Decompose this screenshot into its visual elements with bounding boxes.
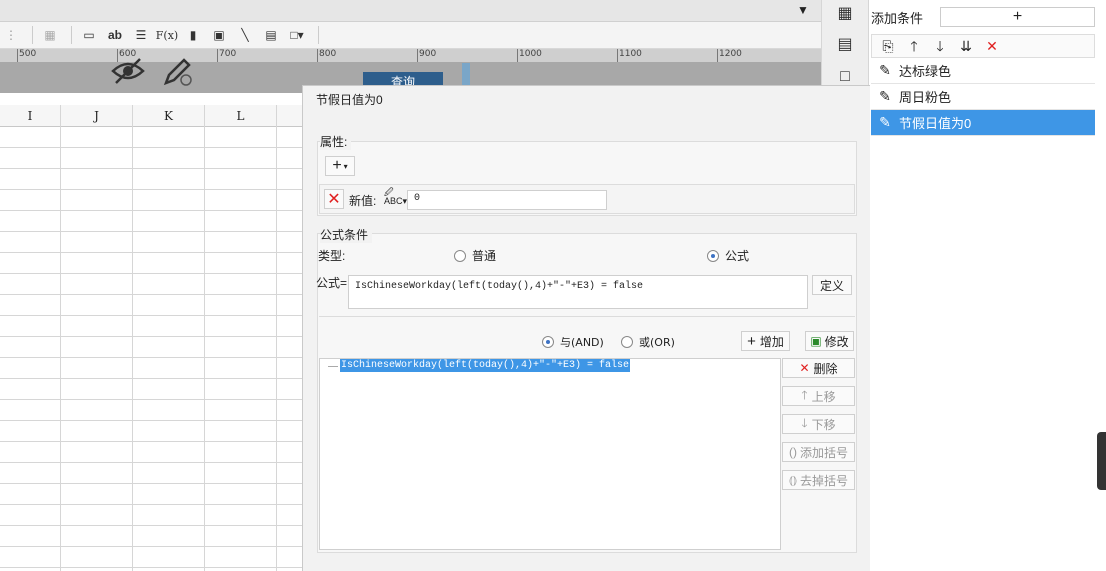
column-header[interactable]: L	[204, 105, 276, 127]
logic-and-radio[interactable]: 与(AND)	[542, 334, 604, 350]
formula-label: 公式=	[316, 276, 348, 290]
text-icon[interactable]: ab	[104, 24, 126, 46]
pencil-icon: ✎	[879, 114, 891, 130]
condition-list[interactable]	[319, 358, 781, 550]
define-button[interactable]: 定义	[812, 275, 852, 295]
radio-dot	[542, 336, 554, 348]
remove-property-button[interactable]: ✕	[324, 189, 344, 209]
ruler-tick: 900	[416, 49, 437, 62]
border-icon[interactable]: □▾	[286, 24, 308, 46]
modify-icon: ▣	[810, 334, 822, 348]
add-bracket-button[interactable]: () 添加括号	[782, 442, 855, 462]
scroll-handle[interactable]	[1097, 432, 1106, 490]
slash-icon[interactable]: ╲	[234, 24, 256, 46]
condition-label: 达标绿色	[899, 64, 952, 79]
textbox-icon[interactable]: ▭	[78, 24, 100, 46]
ruler-tick: 800	[316, 49, 337, 62]
condition-toolbar: ⎘ 🡑 🡓 ⇊ ✕	[871, 34, 1095, 58]
radio-dot	[454, 249, 466, 262]
type-formula-radio[interactable]: 公式	[707, 247, 749, 264]
plus-icon: +	[747, 332, 756, 350]
dialog-title: 节假日值为0	[316, 93, 383, 107]
condition-item[interactable]: ✎ 达标绿色	[871, 58, 1095, 84]
image-icon[interactable]: ▣	[208, 24, 230, 46]
dropdown-arrow-icon: ▾	[343, 161, 348, 171]
ruler-tick: 1000	[517, 49, 542, 62]
new-value-input[interactable]: 0	[407, 190, 607, 210]
column-header[interactable]: I	[0, 105, 60, 127]
radio-dot	[621, 336, 633, 348]
ruler-tick: 1100	[617, 49, 642, 62]
logic-or-radio[interactable]: 或(OR)	[621, 334, 675, 350]
ruler-tick: 1200	[717, 49, 742, 62]
condition-item-selected[interactable]: ✎ 节假日值为0	[871, 110, 1095, 136]
hide-eye-icon[interactable]	[110, 55, 146, 87]
add-condition-button[interactable]: +	[940, 7, 1095, 27]
collapse-arrow-icon[interactable]: ▼	[797, 3, 809, 17]
arrow-down-icon: 🡓	[801, 415, 808, 430]
column-header[interactable]: K	[132, 105, 204, 127]
arrow-up-icon[interactable]: 🡑	[904, 36, 924, 56]
remove-bracket-icon: ⦅⦆	[788, 472, 797, 487]
format-toolbar: ⋮ ▦ ▭ ab ☰ F(x) ▮ ▣ ╲ ▤ □▾	[0, 22, 821, 49]
divider	[319, 316, 855, 317]
bracket-icon: ()	[788, 445, 797, 459]
ruler-tick: 700	[216, 49, 237, 62]
move-up-button[interactable]: 🡑 上移	[782, 386, 855, 406]
move-bottom-icon[interactable]: ⇊	[956, 36, 976, 56]
delete-icon[interactable]: ✕	[982, 36, 1002, 56]
bar-chart-icon[interactable]: ▮	[182, 24, 204, 46]
tree-line	[328, 366, 338, 367]
widget-settings-icon[interactable]: ▤	[834, 34, 856, 56]
remove-bracket-button[interactable]: ⦅⦆ 去掉括号	[782, 470, 855, 490]
delete-button[interactable]: ✕ 删除	[782, 358, 855, 378]
formula-icon[interactable]: F(x)	[156, 24, 178, 46]
condition-item[interactable]: ✎ 周日粉色	[871, 84, 1095, 110]
cell-attributes-icon[interactable]: ▦	[834, 3, 856, 25]
new-value-label: 新值:	[349, 194, 377, 208]
table-icon[interactable]: ▦	[39, 24, 61, 46]
type-normal-radio[interactable]: 普通	[454, 247, 496, 264]
arrow-down-icon[interactable]: 🡓	[930, 36, 950, 56]
formula-input[interactable]: IsChineseWorkday(left(today(),4)+"-"+E3)…	[348, 275, 808, 309]
properties-label: 属性:	[320, 133, 352, 150]
condition-list-item[interactable]: IsChineseWorkday(left(today(),4)+"-"+E3)…	[340, 359, 631, 372]
column-header[interactable]: J	[60, 105, 132, 127]
align-icon[interactable]: ☰	[130, 24, 152, 46]
ruler-tick: 500	[16, 49, 37, 62]
delete-x-icon: ✕	[799, 361, 810, 375]
pin-icon[interactable]: ⋮	[0, 24, 22, 46]
edit-pencil-icon[interactable]	[162, 55, 194, 87]
copy-icon[interactable]: ⎘	[878, 36, 898, 56]
type-label: 类型:	[318, 249, 346, 263]
add-condition-row-button[interactable]: + 增加	[741, 331, 790, 351]
pencil-icon: ✎	[879, 88, 891, 104]
arrow-up-icon: 🡑	[801, 387, 808, 402]
move-down-button[interactable]: 🡓 下移	[782, 414, 855, 434]
condition-label: 周日粉色	[899, 90, 952, 105]
add-property-button[interactable]: + ▾	[325, 156, 355, 176]
add-condition-label: 添加条件	[871, 11, 924, 26]
formula-condition-label: 公式条件	[320, 226, 373, 243]
condition-label: 节假日值为0	[899, 116, 972, 131]
modify-button[interactable]: ▣ 修改	[805, 331, 854, 351]
value-type-icon[interactable]: 🖉 ABC▾	[384, 188, 407, 206]
top-toolbar-strip: ▼	[0, 0, 821, 22]
radio-dot	[707, 249, 719, 262]
document-icon[interactable]: ▤	[260, 24, 282, 46]
pencil-icon: ✎	[879, 62, 891, 78]
